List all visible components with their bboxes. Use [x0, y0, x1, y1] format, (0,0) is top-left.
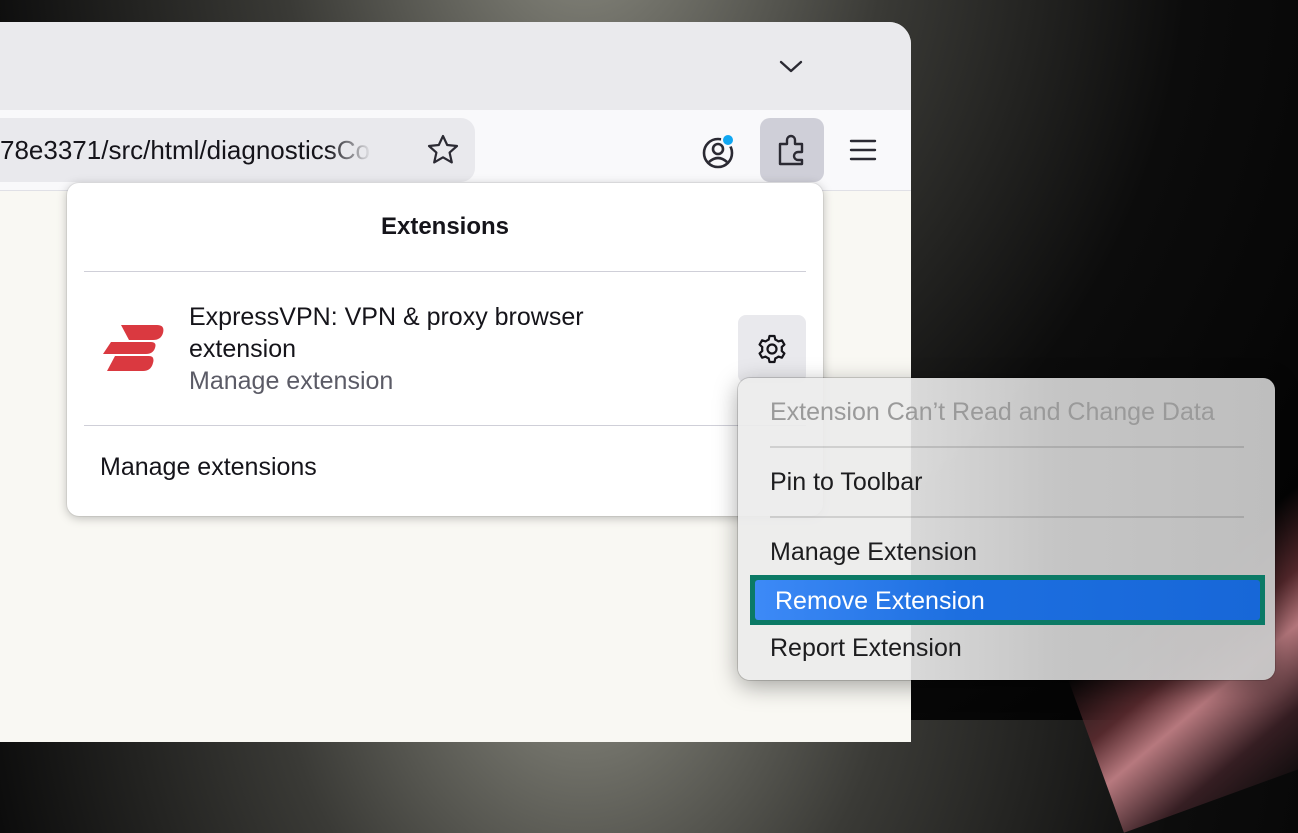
menu-item-highlight: Remove Extension	[755, 580, 1260, 620]
chevron-down-icon[interactable]	[775, 50, 807, 82]
menu-item-pin-to-toolbar[interactable]: Pin to Toolbar	[770, 468, 922, 497]
menu-item-manage-extension[interactable]: Manage Extension	[770, 538, 977, 567]
account-icon	[702, 133, 735, 169]
puzzle-piece-icon	[778, 134, 804, 166]
extension-name[interactable]: ExpressVPN: VPN & proxy browser extensio…	[189, 301, 649, 365]
app-menu-button[interactable]	[845, 132, 881, 168]
menu-item-label: Remove Extension	[775, 587, 985, 615]
extension-context-menu: Extension Can’t Read and Change Data Pin…	[738, 378, 1275, 680]
extension-manage-link[interactable]: Manage extension	[189, 367, 393, 396]
gear-icon	[758, 334, 786, 364]
extensions-button[interactable]	[760, 118, 824, 182]
hamburger-menu-icon	[849, 139, 877, 161]
divider	[84, 271, 806, 272]
manage-extensions-link[interactable]: Manage extensions	[100, 453, 317, 482]
url-bar[interactable]: 78e3371/src/html/diagnosticsCo	[0, 118, 475, 182]
menu-separator	[770, 516, 1244, 518]
extensions-panel: Extensions ExpressVPN: VPN & proxy brows…	[67, 183, 823, 516]
menu-item-site-access: Extension Can’t Read and Change Data	[770, 398, 1215, 426]
menu-item-remove-extension[interactable]: Remove Extension	[750, 575, 1265, 625]
url-text[interactable]: 78e3371/src/html/diagnosticsCo	[0, 135, 372, 166]
navigation-toolbar: 78e3371/src/html/diagnosticsCo	[0, 110, 911, 191]
menu-item-report-extension[interactable]: Report Extension	[770, 634, 962, 663]
account-button[interactable]	[698, 132, 738, 172]
tab-strip	[0, 22, 911, 110]
extension-options-button[interactable]	[738, 315, 806, 383]
divider	[84, 425, 806, 426]
panel-title: Extensions	[380, 213, 510, 240]
expressvpn-logo-icon	[103, 325, 164, 371]
menu-separator	[770, 446, 1244, 448]
star-icon[interactable]	[425, 132, 461, 168]
